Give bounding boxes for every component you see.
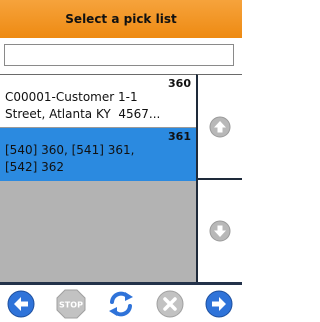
cancel-button[interactable] (155, 289, 185, 319)
pick-list-number: 360 (168, 77, 191, 90)
cancel-icon (156, 290, 184, 318)
list-item[interactable]: 360 C00001-Customer 1-1 Street, Atlanta … (0, 75, 196, 128)
arrow-up-circle-icon (209, 116, 231, 138)
scroll-up-button[interactable] (198, 75, 242, 180)
pick-list-number: 361 (168, 130, 191, 143)
pick-list-description: C00001-Customer 1-1 Street, Atlanta KY 4… (5, 90, 161, 121)
stop-icon: STOP (56, 289, 86, 319)
refresh-icon (106, 289, 136, 319)
back-button[interactable] (6, 289, 36, 319)
search-row (0, 38, 242, 74)
bottom-toolbar: STOP (0, 282, 242, 322)
stop-button[interactable]: STOP (56, 289, 86, 319)
pick-list-description: [540] 360, [541] 361, [542] 362 (5, 143, 135, 174)
list-item-selected[interactable]: 361 [540] 360, [541] 361, [542] 362 (0, 128, 196, 181)
refresh-button[interactable] (106, 289, 136, 319)
scroll-down-button[interactable] (198, 179, 242, 282)
arrow-right-icon (205, 290, 233, 318)
arrow-down-circle-icon (209, 220, 231, 242)
search-input[interactable] (4, 44, 234, 66)
page-title: Select a pick list (65, 12, 177, 26)
stop-label: STOP (59, 301, 83, 310)
pick-list[interactable]: 360 C00001-Customer 1-1 Street, Atlanta … (0, 74, 196, 282)
title-bar: Select a pick list (0, 0, 242, 38)
arrow-left-icon (7, 290, 35, 318)
scroll-pane (196, 74, 242, 282)
next-button[interactable] (204, 289, 234, 319)
